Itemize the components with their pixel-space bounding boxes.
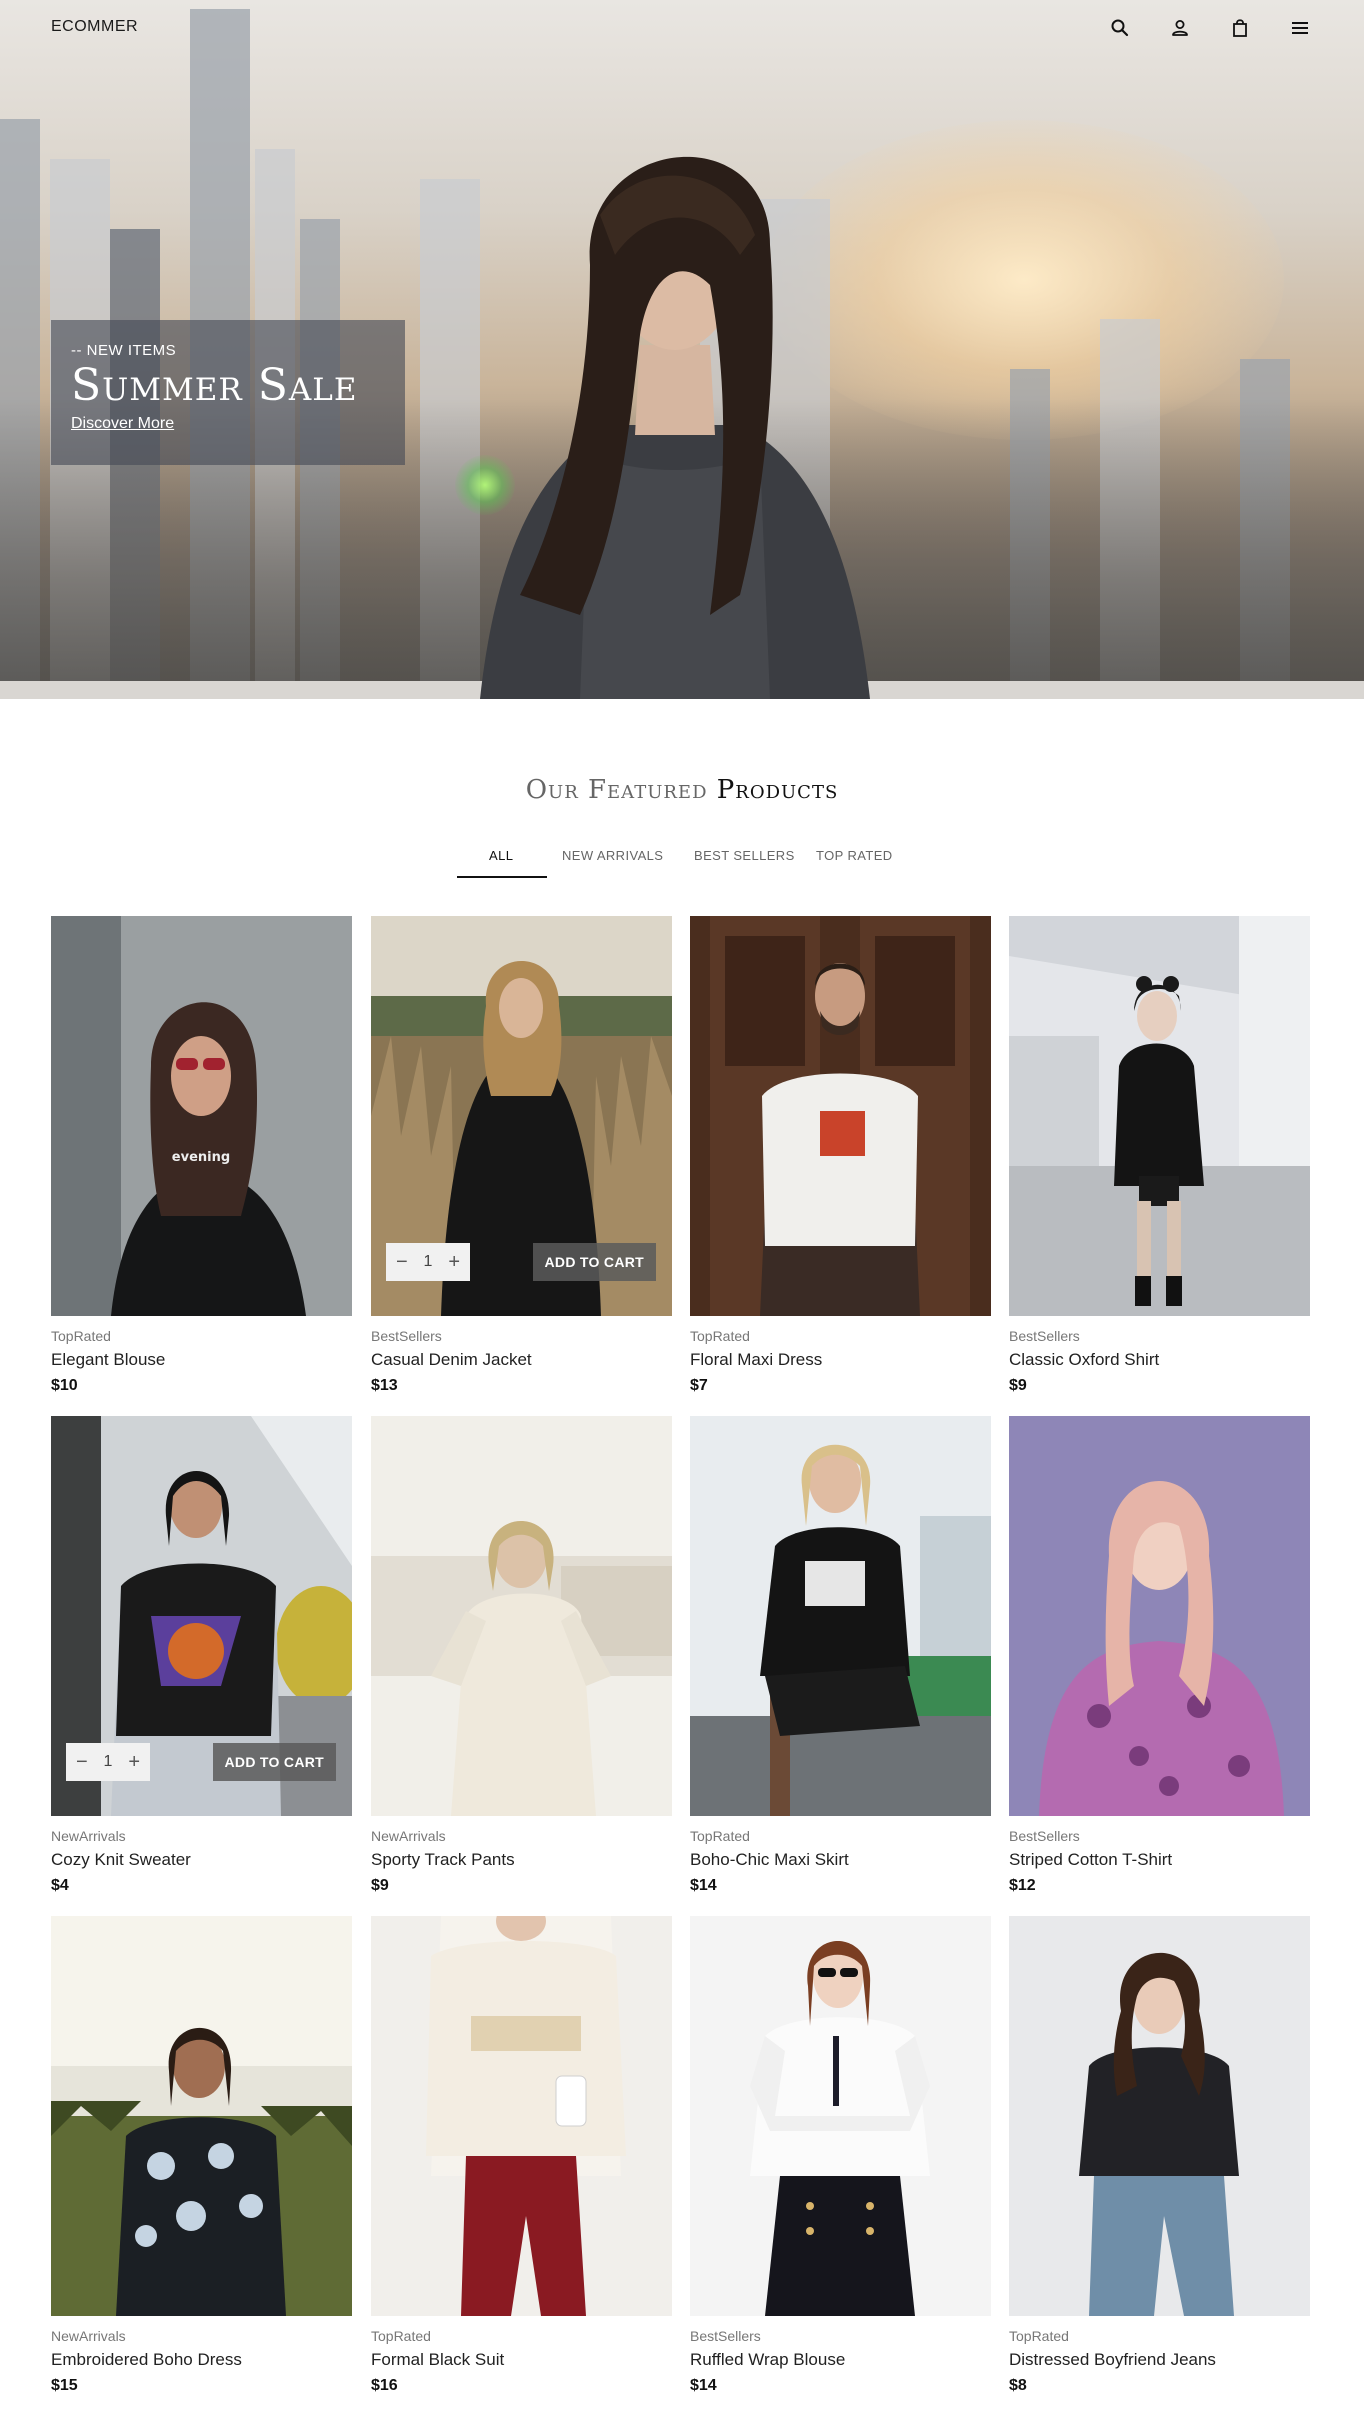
product-price: $9 — [1009, 1377, 1027, 1395]
product-price: $14 — [690, 2377, 717, 2395]
product-category: TopRated — [51, 1328, 111, 1344]
product-image[interactable] — [1009, 1416, 1310, 1816]
product-name[interactable]: Formal Black Suit — [371, 2350, 672, 2370]
product-card[interactable]: BestSellers Classic Oxford Shirt $9 — [1009, 916, 1310, 1395]
product-price: $10 — [51, 1377, 78, 1395]
hero-lens-flare — [455, 455, 515, 515]
product-image[interactable] — [371, 1416, 672, 1816]
product-price: $15 — [51, 2377, 78, 2395]
product-image[interactable] — [51, 1916, 352, 2316]
product-price: $16 — [371, 2377, 398, 2395]
product-price: $12 — [1009, 1877, 1036, 1895]
product-name[interactable]: Distressed Boyfriend Jeans — [1009, 2350, 1310, 2370]
product-category: NewArrivals — [51, 1828, 126, 1844]
quantity-stepper[interactable]: − 1 + — [386, 1243, 470, 1281]
product-name[interactable]: Floral Maxi Dress — [690, 1350, 991, 1370]
menu-icon[interactable] — [1288, 16, 1312, 40]
search-icon[interactable] — [1108, 16, 1132, 40]
section-title-bold: Products — [716, 775, 839, 805]
promo-kicker: -- NEW ITEMS — [71, 342, 177, 359]
hero-banner: ECOMMER -- NEW ITEMS Summer Sale Discove… — [0, 0, 1364, 699]
add-to-cart-button[interactable]: ADD TO CART — [532, 1243, 656, 1281]
brand-logo[interactable]: ECOMMER — [51, 18, 138, 36]
product-card[interactable]: TopRated Boho-Chic Maxi Skirt $14 — [690, 1416, 991, 1895]
product-category: NewArrivals — [51, 2328, 126, 2344]
product-name[interactable]: Sporty Track Pants — [371, 1850, 672, 1870]
svg-text:evening: evening — [172, 1150, 230, 1165]
product-name[interactable]: Striped Cotton T-Shirt — [1009, 1850, 1310, 1870]
product-price: $7 — [690, 1377, 708, 1395]
product-image[interactable]: evening — [51, 916, 352, 1316]
tab-new-arrivals[interactable]: NEW ARRIVALS — [562, 848, 663, 863]
product-card[interactable]: TopRated Distressed Boyfriend Jeans $8 — [1009, 1916, 1310, 2395]
product-name[interactable]: Embroidered Boho Dress — [51, 2350, 352, 2370]
tab-best-sellers[interactable]: BEST SELLERS — [694, 848, 795, 863]
product-category: BestSellers — [690, 2328, 761, 2344]
product-name[interactable]: Boho-Chic Maxi Skirt — [690, 1850, 991, 1870]
product-name[interactable]: Elegant Blouse — [51, 1350, 352, 1370]
product-card[interactable]: BestSellers Ruffled Wrap Blouse $14 — [690, 1916, 991, 2395]
product-image[interactable] — [690, 1416, 991, 1816]
product-image[interactable] — [371, 1916, 672, 2316]
quantity-decrease-button[interactable]: − — [396, 1252, 408, 1272]
product-card[interactable]: NewArrivals Embroidered Boho Dress $15 — [51, 1916, 352, 2395]
product-card[interactable]: − 1 + ADD TO CART BestSellers Casual Den… — [371, 916, 672, 1395]
quantity-value: 1 — [103, 1753, 113, 1770]
product-category: BestSellers — [1009, 1828, 1080, 1844]
product-name[interactable]: Ruffled Wrap Blouse — [690, 2350, 991, 2370]
product-category: TopRated — [690, 1328, 750, 1344]
nav-icon-group — [1108, 16, 1312, 40]
product-price: $13 — [371, 1377, 398, 1395]
product-card[interactable]: − 1 + ADD TO CART NewArrivals Cozy Knit … — [51, 1416, 352, 1895]
promo-box: -- NEW ITEMS Summer Sale Discover More — [51, 320, 405, 465]
product-card[interactable]: TopRated Floral Maxi Dress $7 — [690, 916, 991, 1395]
quantity-decrease-button[interactable]: − — [76, 1752, 88, 1772]
section-title-light: Our Featured — [525, 775, 708, 805]
discover-more-link[interactable]: Discover More — [71, 415, 174, 433]
product-category: TopRated — [690, 1828, 750, 1844]
quantity-increase-button[interactable]: + — [448, 1252, 460, 1272]
product-image[interactable] — [1009, 916, 1310, 1316]
product-card[interactable]: evening TopRated Elegant Blouse $10 — [51, 916, 352, 1395]
promo-headline: Summer Sale — [71, 360, 358, 411]
product-card[interactable]: BestSellers Striped Cotton T-Shirt $12 — [1009, 1416, 1310, 1895]
product-price: $9 — [371, 1877, 389, 1895]
product-name[interactable]: Casual Denim Jacket — [371, 1350, 672, 1370]
product-image[interactable] — [690, 916, 991, 1316]
product-name[interactable]: Classic Oxford Shirt — [1009, 1350, 1310, 1370]
section-title: Our Featured Products — [0, 775, 1364, 805]
product-image[interactable]: − 1 + ADD TO CART — [371, 916, 672, 1316]
quantity-increase-button[interactable]: + — [128, 1752, 140, 1772]
product-category: NewArrivals — [371, 1828, 446, 1844]
user-icon[interactable] — [1168, 16, 1192, 40]
product-image[interactable] — [690, 1916, 991, 2316]
product-image[interactable] — [1009, 1916, 1310, 2316]
product-category: TopRated — [371, 2328, 431, 2344]
tab-all[interactable]: ALL — [489, 848, 513, 863]
product-card[interactable]: TopRated Formal Black Suit $16 — [371, 1916, 672, 2395]
quantity-value: 1 — [423, 1253, 433, 1270]
shopping-bag-icon[interactable] — [1228, 16, 1252, 40]
product-price: $4 — [51, 1877, 69, 1895]
tab-top-rated[interactable]: TOP RATED — [816, 848, 893, 863]
product-category: BestSellers — [371, 1328, 442, 1344]
product-price: $8 — [1009, 2377, 1027, 2395]
product-category: TopRated — [1009, 2328, 1069, 2344]
quantity-stepper[interactable]: − 1 + — [66, 1743, 150, 1781]
hero-model-figure — [480, 156, 870, 699]
product-card[interactable]: NewArrivals Sporty Track Pants $9 — [371, 1416, 672, 1895]
add-to-cart-button[interactable]: ADD TO CART — [212, 1743, 336, 1781]
product-category: BestSellers — [1009, 1328, 1080, 1344]
product-name[interactable]: Cozy Knit Sweater — [51, 1850, 352, 1870]
top-nav: ECOMMER — [0, 0, 1364, 56]
product-image[interactable]: − 1 + ADD TO CART — [51, 1416, 352, 1816]
product-price: $14 — [690, 1877, 717, 1895]
active-tab-underline — [457, 876, 547, 878]
product-filter-tabs: ALL NEW ARRIVALS BEST SELLERS TOP RATED — [0, 842, 1364, 882]
